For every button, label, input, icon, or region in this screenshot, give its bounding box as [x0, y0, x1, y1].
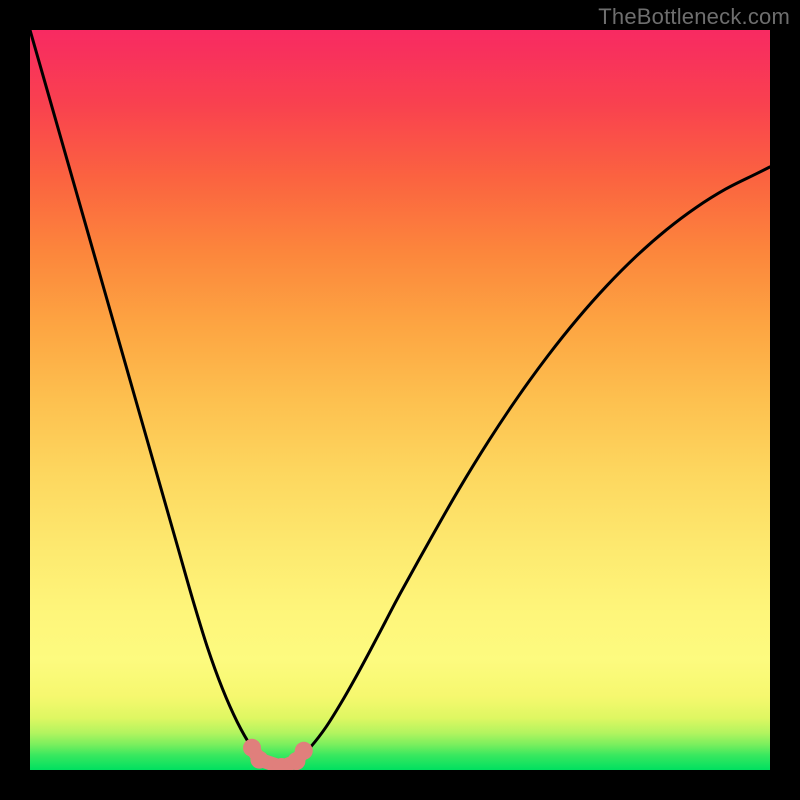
- marker-point: [295, 742, 313, 760]
- curve-markers: [243, 739, 313, 770]
- plot-svg: [30, 30, 770, 770]
- marker-point: [250, 751, 268, 769]
- bottleneck-curve: [30, 30, 770, 768]
- watermark-text: TheBottleneck.com: [598, 4, 790, 30]
- chart-frame: TheBottleneck.com: [0, 0, 800, 800]
- bottleneck-plot: [30, 30, 770, 770]
